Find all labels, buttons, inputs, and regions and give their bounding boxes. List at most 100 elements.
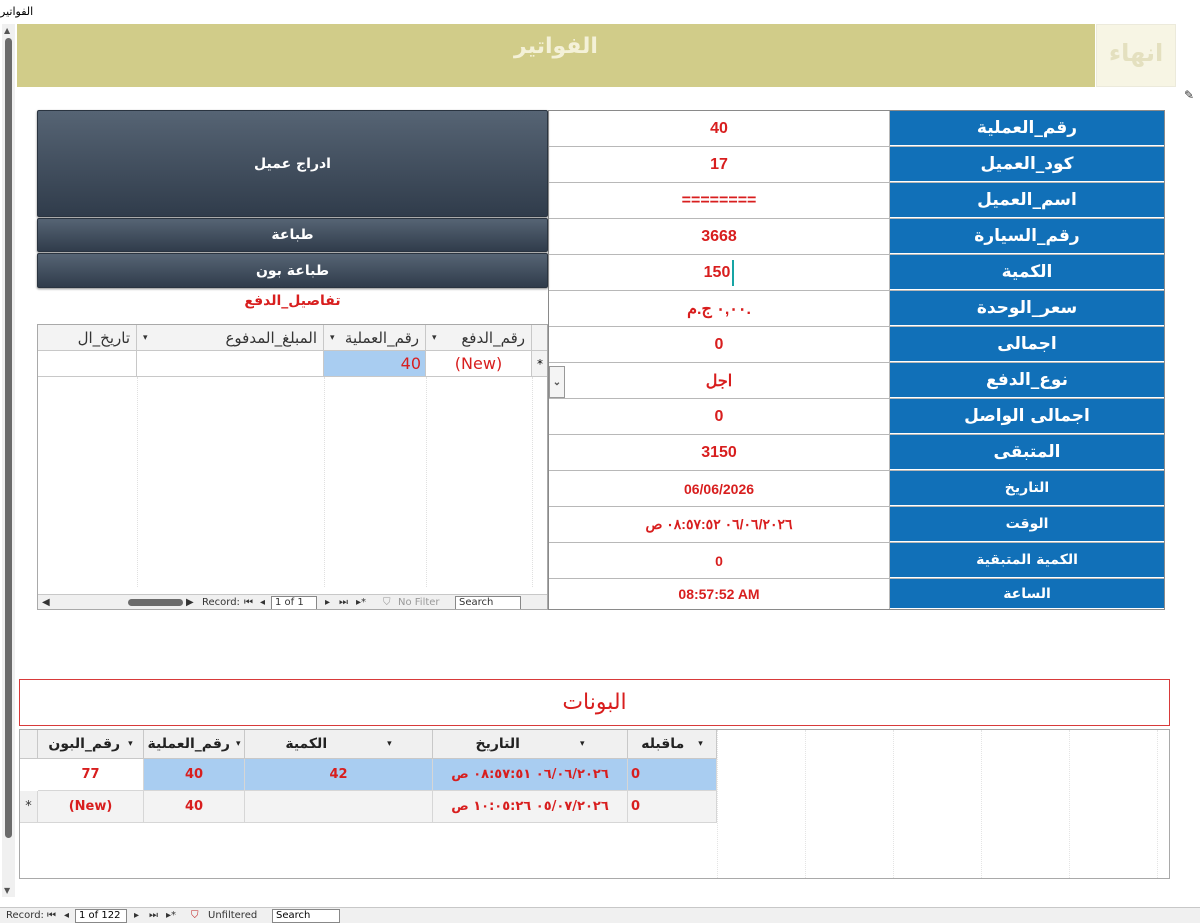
column-header-pay-no-label: رقم_الدفع xyxy=(461,328,525,347)
payment-type-value: اجل xyxy=(705,372,733,390)
column-header-op-no-label: رقم_العملية xyxy=(147,736,230,752)
field-row-customer-name: ======== اسم_العميل xyxy=(549,183,1164,219)
next-record-icon[interactable]: ▸ xyxy=(134,910,139,921)
first-record-icon[interactable]: ⏮ xyxy=(47,910,56,921)
date-label: التاريخ xyxy=(890,471,1164,506)
customer-code-label: كود_العميل xyxy=(890,147,1164,182)
column-header-date[interactable]: تاريخ_ال xyxy=(38,325,137,351)
field-row-remaining: 3150 المتبقى xyxy=(549,435,1164,471)
bon-row-2-op[interactable]: 40 xyxy=(144,791,245,823)
new-row-pay-no[interactable]: (New) xyxy=(426,351,532,377)
sort-icon: ▾ xyxy=(143,332,148,343)
new-record-nav-icon[interactable]: ▸* xyxy=(356,597,366,608)
next-record-icon[interactable]: ▸ xyxy=(325,597,330,608)
new-row-date[interactable] xyxy=(38,351,137,377)
column-header-qty[interactable]: الكمية ▾ xyxy=(245,730,433,759)
prev-record-icon[interactable]: ◂ xyxy=(64,910,69,921)
column-header-amount[interactable]: ▾ المبلغ_المدفوع xyxy=(137,325,324,351)
pencil-icon: ✎ xyxy=(1184,88,1195,102)
search-input[interactable]: Search xyxy=(272,909,340,923)
new-row-op-no[interactable]: 40 xyxy=(324,351,426,377)
column-header-op-no-label: رقم_العملية xyxy=(344,328,419,347)
insert-customer-button[interactable]: ادراج عميل xyxy=(37,110,548,217)
print-bon-button[interactable]: طباعة بون xyxy=(37,253,548,288)
sort-icon: ▾ xyxy=(432,332,437,343)
bon-row-2-prev[interactable]: 0 xyxy=(628,791,717,823)
bon-row-2-date[interactable]: ٠٥/٠٧/٢٠٢٦ ١٠:٠٥:٢٦ ص xyxy=(433,791,628,823)
scroll-down-icon[interactable]: ▼ xyxy=(4,886,10,895)
total-received-value[interactable]: 0 xyxy=(549,399,890,434)
gridline xyxy=(717,730,718,878)
sort-icon: ▾ xyxy=(330,332,335,343)
search-input[interactable]: Search xyxy=(455,596,521,609)
last-record-icon[interactable]: ⏭ xyxy=(339,597,348,608)
chevron-down-icon[interactable]: ⌄ xyxy=(549,366,565,398)
horizontal-scrollbar-thumb[interactable] xyxy=(128,599,183,606)
field-row-op-no: 40 رقم_العملية xyxy=(549,111,1164,147)
finish-button-label: انهاء xyxy=(1108,39,1164,67)
column-header-qty-label: الكمية xyxy=(285,736,328,752)
bon-row-1-prev[interactable]: 0 xyxy=(628,759,717,791)
bon-row-1-bon[interactable]: 77 xyxy=(38,759,144,791)
unit-price-value[interactable]: ٠,٠٠ ج.م. xyxy=(549,291,890,326)
print-button[interactable]: طباعة xyxy=(37,218,548,252)
op-no-value[interactable]: 40 xyxy=(549,111,890,146)
column-header-op-no[interactable]: ▾ رقم_العملية xyxy=(324,325,426,351)
bon-row-2-qty[interactable] xyxy=(245,791,433,823)
scrollbar-thumb[interactable] xyxy=(5,38,12,838)
payment-type-select[interactable]: اجل ⌄ xyxy=(549,363,890,398)
sort-icon: ▾ xyxy=(128,739,133,749)
prev-record-icon[interactable]: ◂ xyxy=(260,597,265,608)
bon-row-1-op[interactable]: 40 xyxy=(144,759,245,791)
scroll-left-icon[interactable]: ◀ xyxy=(42,597,50,608)
field-row-payment-type: اجل ⌄ نوع_الدفع xyxy=(549,363,1164,399)
bon-row-1-qty[interactable]: 42 xyxy=(245,759,433,791)
remaining-value[interactable]: 3150 xyxy=(549,435,890,470)
date-value[interactable]: 06/06/2026 xyxy=(549,471,890,506)
field-row-time: ٠٦/٠٦/٢٠٢٦ ٠٨:٥٧:٥٢ ص الوقت xyxy=(549,507,1164,543)
new-record-nav-icon[interactable]: ▸* xyxy=(166,910,176,921)
customer-code-value[interactable]: 17 xyxy=(549,147,890,182)
total-label: اجمالى xyxy=(890,327,1164,362)
column-header-op-no[interactable]: رقم_العملية ▾ xyxy=(144,730,245,759)
finish-button[interactable]: انهاء xyxy=(1096,24,1176,87)
filter-status[interactable]: Unfiltered xyxy=(208,910,257,921)
car-no-value[interactable]: 3668 xyxy=(549,219,890,254)
gridline xyxy=(1069,730,1070,878)
sort-icon: ▾ xyxy=(387,739,392,749)
clock-value[interactable]: 08:57:52 AM xyxy=(549,579,890,609)
column-header-bon-no[interactable]: رقم_البون ▾ xyxy=(38,730,144,759)
scroll-right-icon[interactable]: ▶ xyxy=(186,597,194,608)
gridline xyxy=(324,377,325,587)
field-row-date: 06/06/2026 التاريخ xyxy=(549,471,1164,507)
bon-row-1-date[interactable]: ٠٦/٠٦/٢٠٢٦ ٠٨:٥٧:٥١ ص xyxy=(433,759,628,791)
gridline xyxy=(805,730,806,878)
vertical-scrollbar[interactable]: ▲ ▼ xyxy=(2,24,15,897)
column-header-date-label: التاريخ xyxy=(475,736,520,752)
record-position-input[interactable]: 1 of 122 xyxy=(75,909,127,923)
column-header-prev[interactable]: ماقبله ▾ xyxy=(628,730,717,759)
customer-name-value[interactable]: ======== xyxy=(549,183,890,218)
op-no-label: رقم_العملية xyxy=(890,111,1164,146)
first-record-icon[interactable]: ⏮ xyxy=(244,597,253,608)
time-label: الوقت xyxy=(890,507,1164,542)
column-header-pay-no[interactable]: ▾ رقم_الدفع xyxy=(426,325,532,351)
remaining-qty-value[interactable]: 0 xyxy=(549,543,890,578)
column-header-date[interactable]: التاريخ ▾ xyxy=(433,730,628,759)
quantity-field[interactable]: 150 xyxy=(549,255,890,290)
payment-details-title: تفاصيل_الدفع xyxy=(244,293,341,309)
last-record-icon[interactable]: ⏭ xyxy=(149,910,158,921)
field-row-total-received: 0 اجمالى الواصل xyxy=(549,399,1164,435)
field-row-car-no: 3668 رقم_السيارة xyxy=(549,219,1164,255)
total-value[interactable]: 0 xyxy=(549,327,890,362)
record-position-input[interactable]: 1 of 1 xyxy=(271,596,317,609)
filter-status[interactable]: No Filter xyxy=(398,597,440,608)
scroll-up-icon[interactable]: ▲ xyxy=(4,26,10,35)
time-value[interactable]: ٠٦/٠٦/٢٠٢٦ ٠٨:٥٧:٥٢ ص xyxy=(549,507,890,542)
gridline xyxy=(893,730,894,878)
filter-icon: ⛉ xyxy=(191,910,199,921)
bon-row-2-bon[interactable]: (New) xyxy=(38,791,144,823)
record-label: Record: xyxy=(202,597,240,608)
new-row-amount[interactable] xyxy=(137,351,324,377)
column-header-bon-no-label: رقم_البون xyxy=(48,736,121,752)
